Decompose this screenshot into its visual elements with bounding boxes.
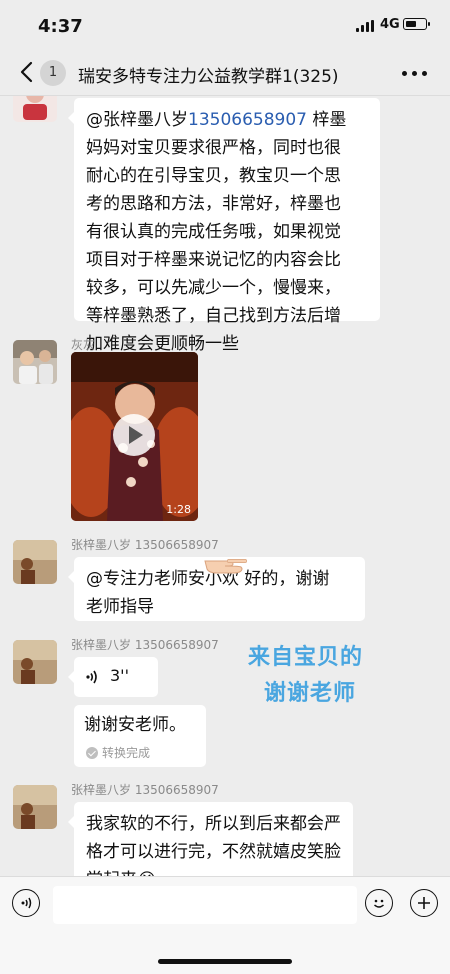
overlay-caption-line1: 来自宝贝的 bbox=[248, 645, 364, 670]
message-bubble[interactable]: 我家软的不行，所以到后来都会严 格才可以进行完，不然就嬉皮笑脸 堂起来😭 bbox=[68, 802, 353, 876]
message-text: 堂起来😭 bbox=[86, 866, 341, 876]
message-bubble[interactable]: @张梓墨八岁13506658907 梓墨 妈妈对宝贝要求很严格，同时也很 耐心的… bbox=[68, 98, 380, 354]
video-duration: 1:28 bbox=[166, 503, 191, 516]
home-indicator[interactable] bbox=[158, 959, 292, 964]
back-arrow-icon[interactable] bbox=[16, 58, 38, 86]
sender-name: 张梓墨八岁 13506658907 bbox=[71, 783, 219, 797]
voice-wave-icon bbox=[86, 670, 97, 684]
plus-icon bbox=[418, 897, 430, 909]
avatar[interactable] bbox=[13, 785, 57, 829]
avatar[interactable] bbox=[13, 540, 57, 584]
sender-name: 灰灰 bbox=[71, 338, 96, 352]
phone-link[interactable]: 13506658907 bbox=[188, 110, 307, 130]
pointing-hand-icon bbox=[204, 559, 247, 574]
mention-name[interactable]: @张梓墨八岁 bbox=[86, 110, 188, 130]
check-circle-icon bbox=[86, 747, 98, 759]
emoji-button[interactable] bbox=[365, 889, 393, 917]
play-icon[interactable] bbox=[113, 414, 155, 456]
chat-header: 1 瑞安多特专注力公益教学群1(325) bbox=[0, 50, 450, 96]
message-text: 老师指导 bbox=[86, 597, 154, 617]
sender-name: 张梓墨八岁 13506658907 bbox=[71, 538, 219, 552]
network-type: 4G bbox=[380, 17, 400, 32]
message-text: 妈妈对宝贝要求很严格，同时也很 bbox=[86, 138, 341, 158]
message-text: 考的思路和方法，非常好，梓墨也 bbox=[86, 194, 341, 214]
message-text: 项目对于梓墨来说记忆的内容会比 bbox=[86, 250, 341, 270]
smiley-icon bbox=[374, 899, 384, 908]
voice-icon bbox=[21, 897, 32, 909]
transcript-text: 谢谢安老师。 bbox=[84, 715, 186, 735]
signal-icon bbox=[356, 20, 374, 32]
message-input[interactable] bbox=[53, 886, 357, 924]
overlay-caption-line2: 谢谢老师 bbox=[264, 681, 357, 706]
message-text: 有很认真的完成任务哦，如果视觉 bbox=[86, 222, 341, 242]
transcript-status: 转换完成 bbox=[86, 744, 150, 761]
message-text: 我家软的不行，所以到后来都会严 bbox=[86, 814, 341, 834]
message-text: 梓墨 bbox=[306, 110, 347, 130]
voice-length: 3'' bbox=[110, 666, 129, 685]
status-bar: 4:37 4G bbox=[0, 0, 450, 50]
input-bar bbox=[0, 876, 450, 974]
unread-count-badge[interactable]: 1 bbox=[40, 60, 66, 86]
message-list[interactable]: @张梓墨八岁13506658907 梓墨 妈妈对宝贝要求很严格，同时也很 耐心的… bbox=[0, 96, 450, 876]
voice-message[interactable]: 3'' bbox=[68, 657, 158, 697]
avatar[interactable] bbox=[13, 96, 57, 122]
sender-name: 张梓墨八岁 13506658907 bbox=[71, 638, 219, 652]
message-text: 等梓墨熟悉了，自己找到方法后增 bbox=[86, 306, 341, 326]
status-time: 4:37 bbox=[38, 16, 83, 37]
message-text: 耐心的在引导宝贝，教宝贝一个思 bbox=[86, 166, 341, 186]
avatar[interactable] bbox=[13, 640, 57, 684]
more-options-icon[interactable] bbox=[400, 60, 430, 86]
voice-input-button[interactable] bbox=[12, 889, 40, 917]
chat-title: 瑞安多特专注力公益教学群1(325) bbox=[78, 67, 339, 87]
avatar[interactable] bbox=[13, 340, 57, 384]
video-message[interactable]: 1:28 bbox=[71, 352, 198, 521]
more-actions-button[interactable] bbox=[410, 889, 438, 917]
message-text: 格才可以进行完，不然就嬉皮笑脸 bbox=[86, 842, 341, 862]
battery-icon bbox=[403, 18, 430, 30]
transcript-status-text: 转换完成 bbox=[102, 746, 151, 760]
message-text: 较多，可以先减少一个，慢慢来， bbox=[86, 278, 341, 298]
